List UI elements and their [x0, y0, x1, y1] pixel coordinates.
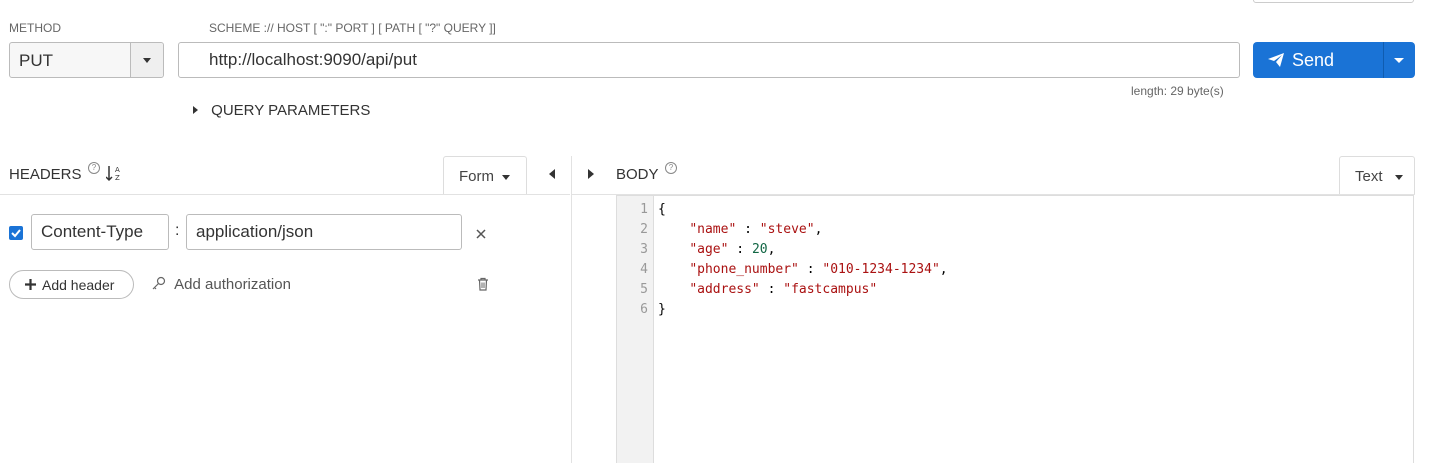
json-tail: ,	[939, 262, 948, 277]
url-input[interactable]: http://localhost:9090/api/put	[178, 42, 1240, 78]
json-value: "steve"	[759, 222, 815, 237]
line-number: 1	[640, 202, 648, 217]
json-sep: :	[736, 222, 760, 237]
line-number: 2	[640, 222, 648, 237]
close-icon[interactable]	[476, 229, 486, 239]
url-hint: SCHEME :// HOST [ ":" PORT ] [ PATH [ "?…	[209, 21, 496, 35]
line-number-gutter: 1 2 3 4 5 6	[617, 196, 654, 463]
trash-icon[interactable]	[477, 277, 489, 291]
json-tail: ,	[814, 222, 823, 237]
json-key: "name"	[689, 222, 737, 237]
body-code-editor[interactable]: 1 2 3 4 5 6 { "name" : "steve", "age" : …	[616, 195, 1414, 463]
json-key: "phone_number"	[689, 262, 799, 277]
plus-icon	[25, 279, 36, 290]
expand-right-icon[interactable]	[588, 169, 594, 179]
line-number: 5	[640, 282, 648, 297]
headers-mode-label: Form	[459, 168, 494, 185]
method-label: METHOD	[9, 21, 61, 35]
header-name-input[interactable]: Content-Type	[31, 214, 169, 250]
code-line: "address" : "fastcampus"	[658, 282, 877, 297]
body-mode-dropdown[interactable]: Text	[1339, 156, 1415, 194]
paper-plane-icon	[1268, 53, 1284, 67]
add-header-button[interactable]: Add header	[9, 270, 134, 299]
code-line: }	[658, 302, 666, 317]
line-number: 6	[640, 302, 648, 317]
headers-divider	[0, 194, 570, 195]
body-help-icon[interactable]: ?	[665, 162, 677, 174]
json-sep: :	[759, 282, 784, 297]
header-enabled-checkbox[interactable]	[9, 226, 23, 240]
send-options-chevron-icon[interactable]	[1394, 58, 1404, 63]
header-separator: :	[175, 222, 180, 239]
query-parameters-label: QUERY PARAMETERS	[211, 102, 371, 119]
chevron-down-icon	[1395, 175, 1403, 180]
json-key: "address"	[689, 282, 760, 297]
code-line: "phone_number" : "010-1234-1234",	[658, 262, 948, 277]
body-mode-label: Text	[1355, 168, 1383, 185]
code-line: "age" : 20,	[658, 242, 775, 257]
json-value: "fastcampus"	[783, 282, 878, 297]
key-icon	[152, 276, 166, 290]
add-authorization-label: Add authorization	[174, 276, 291, 293]
headers-mode-dropdown[interactable]: Form	[443, 156, 527, 194]
svg-text:Z: Z	[115, 174, 120, 182]
check-icon	[11, 229, 21, 238]
svg-text:A: A	[115, 166, 120, 174]
add-authorization-link[interactable]: Add authorization	[152, 276, 291, 293]
add-header-label: Add header	[42, 277, 115, 293]
method-dropdown-toggle[interactable]	[130, 43, 163, 77]
code-line: {	[658, 202, 666, 217]
query-parameters-toggle[interactable]: QUERY PARAMETERS	[193, 102, 370, 119]
panel-splitter[interactable]	[571, 156, 572, 463]
line-number: 4	[640, 262, 648, 277]
top-right-control[interactable]	[1253, 0, 1414, 3]
url-length: length: 29 byte(s)	[1131, 84, 1224, 98]
json-sep: :	[728, 242, 752, 257]
method-value: PUT	[19, 51, 53, 70]
send-label: Send	[1292, 50, 1335, 70]
line-number: 3	[640, 242, 648, 257]
chevron-down-icon	[502, 175, 510, 180]
json-value: "010-1234-1234"	[822, 262, 940, 277]
send-button[interactable]: Send	[1253, 42, 1415, 78]
chevron-down-icon	[143, 58, 151, 63]
headers-help-icon[interactable]: ?	[88, 162, 100, 174]
sort-alpha-icon[interactable]: A Z	[106, 165, 122, 182]
send-divider	[1383, 42, 1384, 78]
method-select[interactable]: PUT	[9, 42, 164, 78]
header-value-input[interactable]: application/json	[186, 214, 462, 250]
code-line: "name" : "steve",	[658, 222, 822, 237]
headers-title: HEADERS	[9, 166, 82, 183]
json-value: 20	[751, 242, 768, 257]
body-title: BODY	[616, 166, 659, 183]
collapse-left-icon[interactable]	[549, 169, 555, 179]
json-tail: ,	[767, 242, 776, 257]
caret-right-icon	[193, 106, 198, 114]
json-sep: :	[798, 262, 823, 277]
json-key: "age"	[689, 242, 729, 257]
